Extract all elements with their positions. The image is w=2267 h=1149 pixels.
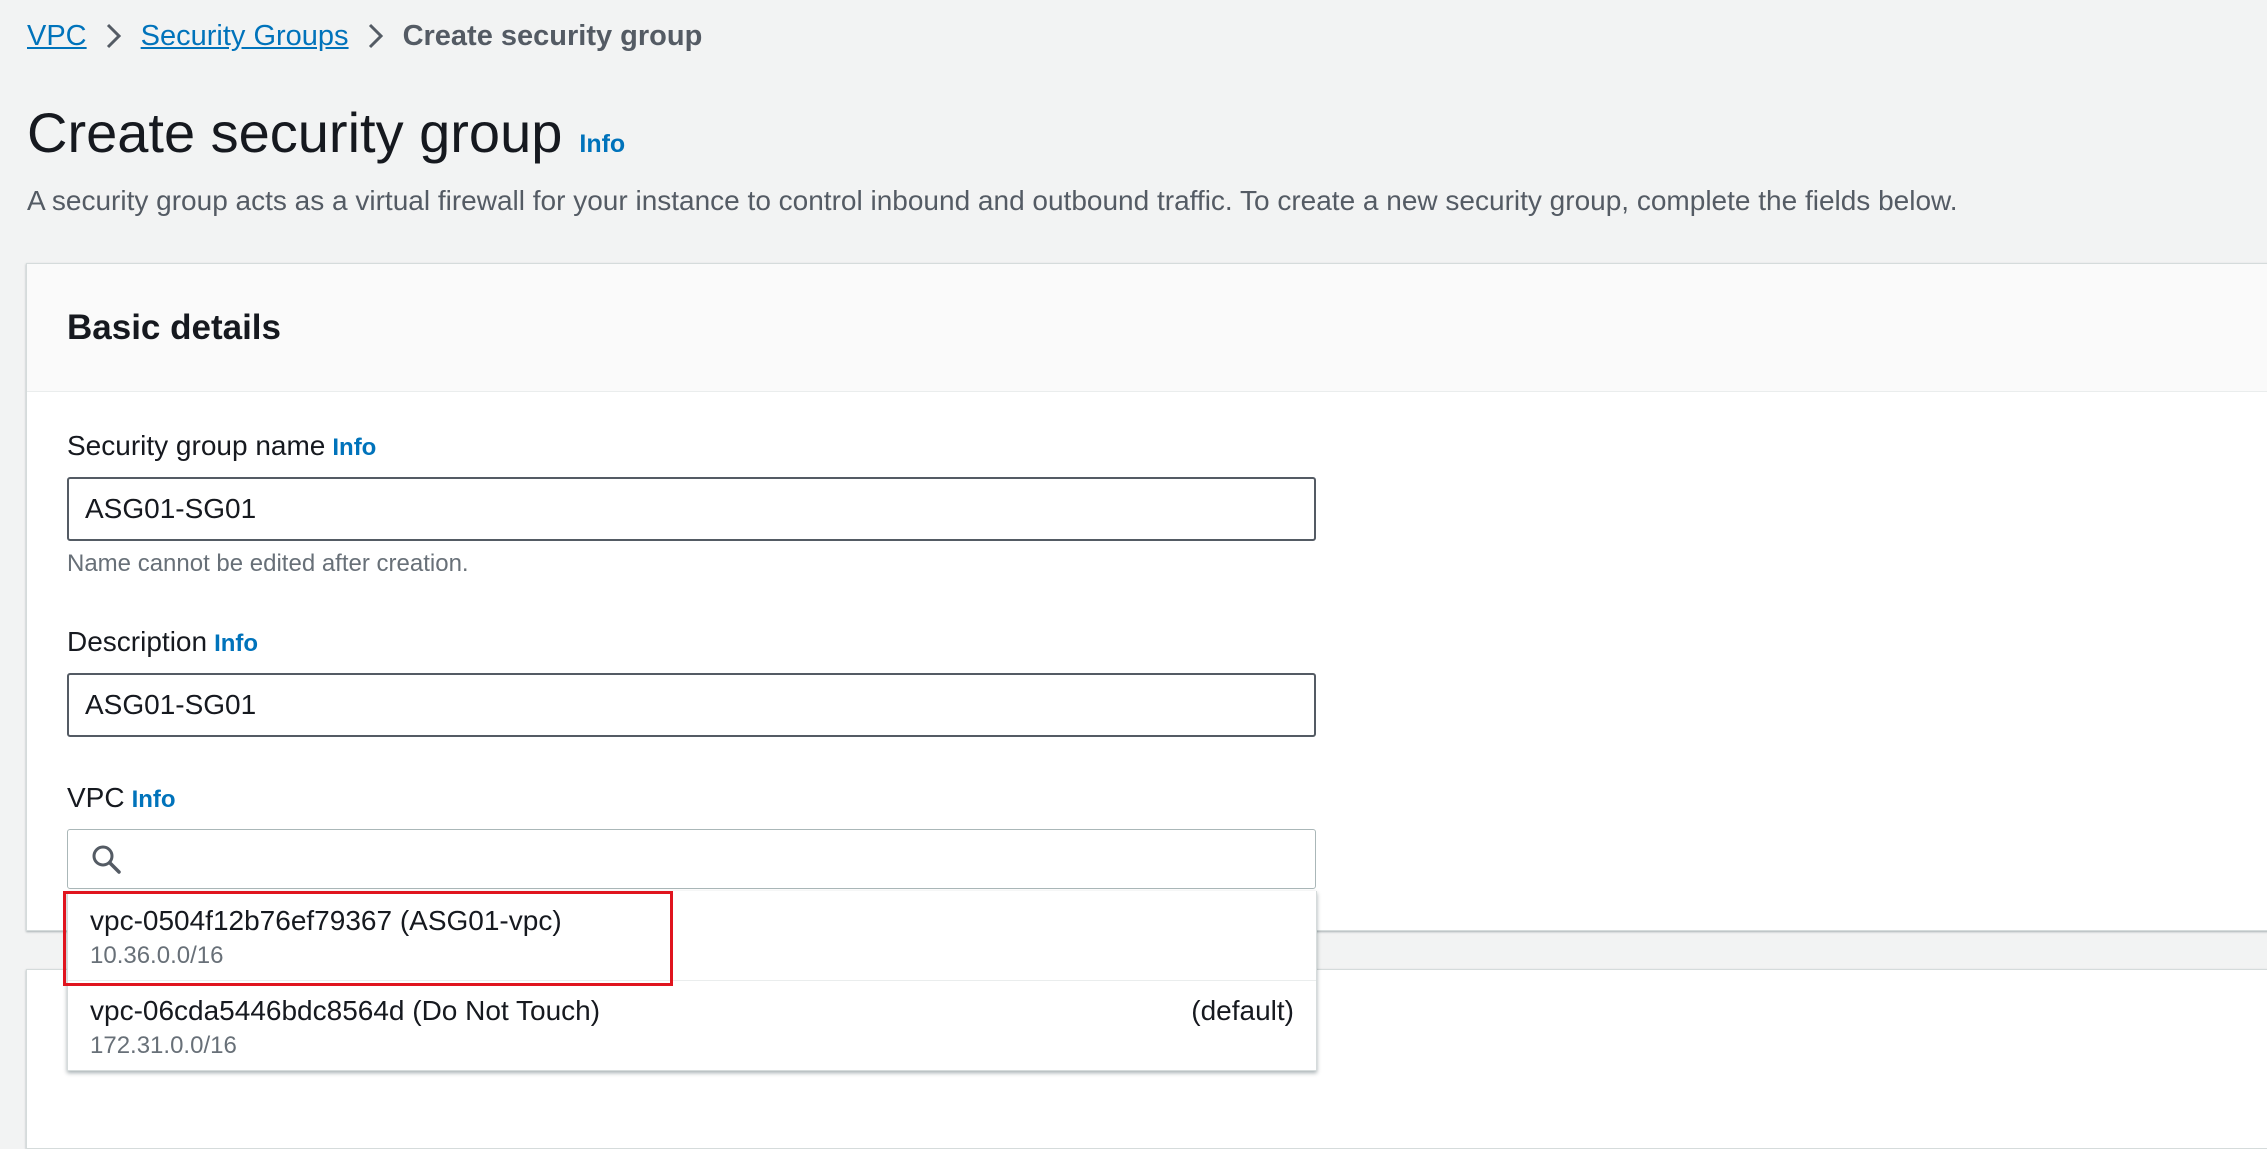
vpc-dropdown-list: vpc-0504f12b76ef79367 (ASG01-vpc) 10.36.… [67,891,1317,1071]
vpc-option-tag: (default) [1191,995,1294,1026]
search-icon [86,839,126,879]
panel-heading: Basic details [67,307,281,347]
field-label-text: Description [67,626,208,657]
vpc-option-cidr: 172.31.0.0/16 [90,1032,237,1059]
breadcrumb-link-vpc[interactable]: VPC [27,18,87,54]
breadcrumb-link-security-groups[interactable]: Security Groups [141,18,349,54]
breadcrumb-current: Create security group [402,20,703,52]
description-info-link[interactable]: Info [214,626,258,662]
vpc-option[interactable]: vpc-0504f12b76ef79367 (ASG01-vpc) 10.36.… [68,891,1316,980]
basic-details-panel: Basic details Security group name Info N… [26,263,2267,931]
vpc-search-box[interactable] [67,829,1316,889]
vpc-info-link[interactable]: Info [132,782,176,818]
vpc-option[interactable]: vpc-06cda5446bdc8564d (Do Not Touch) (de… [68,980,1316,1070]
vpc-option-cidr: 10.36.0.0/16 [90,942,224,969]
vpc-search-input[interactable] [126,830,1315,888]
page-description: A security group acts as a virtual firew… [27,185,1958,216]
chevron-right-icon [349,18,403,54]
vpc-label: VPC Info [67,780,176,818]
panel-header: Basic details [27,264,2267,392]
security-group-name-info-link[interactable]: Info [332,430,376,466]
page-info-link[interactable]: Info [579,130,625,159]
page-title: Create security group [27,101,563,164]
chevron-right-icon [87,18,141,54]
security-group-name-hint: Name cannot be edited after creation. [67,550,469,577]
field-label-text: VPC [67,782,125,813]
security-group-name-label: Security group name Info [67,428,376,466]
breadcrumb: VPC Security Groups Create security grou… [27,18,702,54]
field-label-text: Security group name [67,430,326,461]
page-header: Create security group Info [27,98,625,168]
vpc-option-title: vpc-0504f12b76ef79367 (ASG01-vpc) [90,905,562,936]
description-label: Description Info [67,624,258,662]
vpc-option-title: vpc-06cda5446bdc8564d (Do Not Touch) [90,995,601,1026]
description-input[interactable] [67,673,1316,737]
security-group-name-input[interactable] [67,477,1316,541]
